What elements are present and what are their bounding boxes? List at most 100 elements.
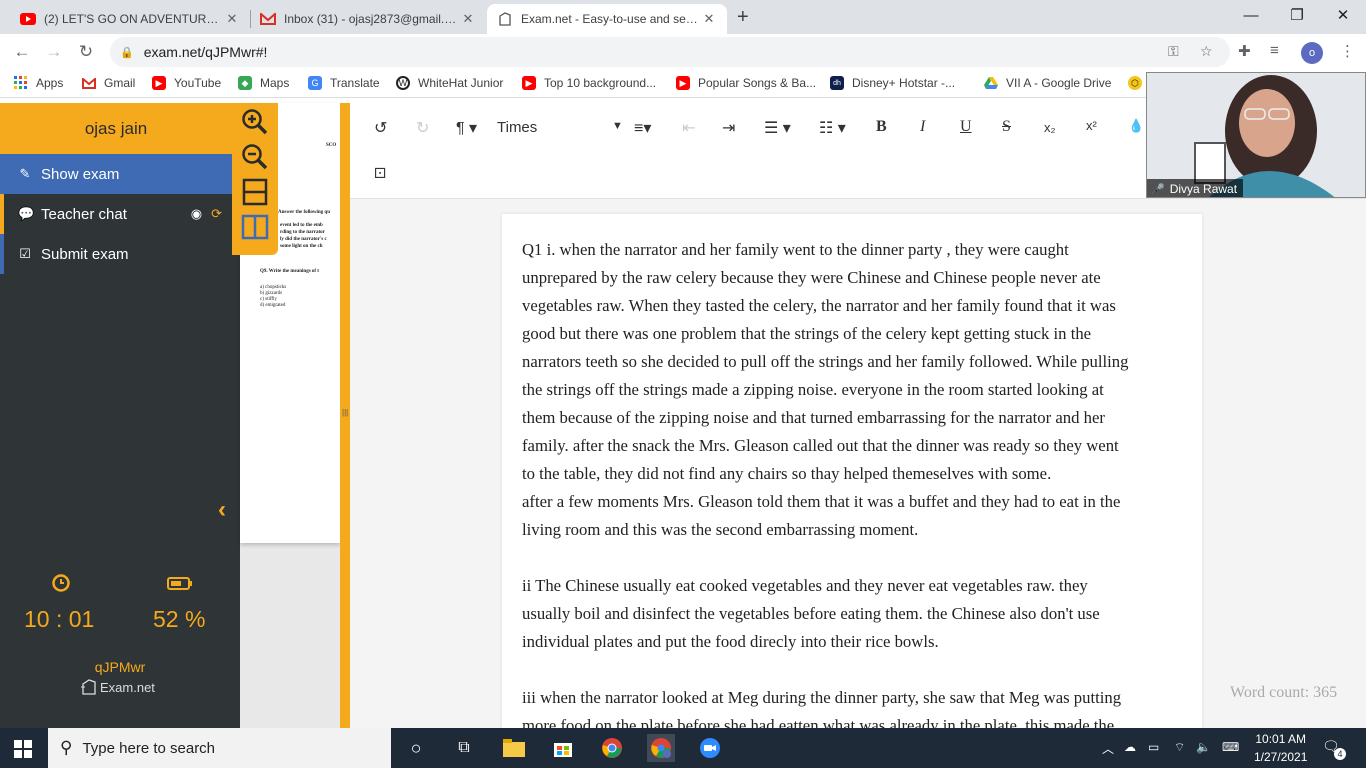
- close-tab-icon[interactable]: ✕: [224, 11, 240, 27]
- italic-button[interactable]: I: [920, 118, 925, 136]
- search-placeholder: Type here to search: [82, 739, 216, 757]
- bookmark-apps[interactable]: Apps: [14, 76, 63, 90]
- preview-line: ly did the narrator's c: [280, 237, 327, 242]
- gmail-icon: [260, 11, 276, 27]
- bookmark-translate[interactable]: G Translate: [308, 76, 380, 90]
- outdent-icon[interactable]: ⇤: [682, 118, 695, 138]
- grip-icon: |||: [342, 408, 349, 417]
- special-characters-icon[interactable]: ⚀: [374, 165, 386, 182]
- bookmark-label: Popular Songs & Ba...: [698, 76, 817, 90]
- submit-exam-button[interactable]: ☑ Submit exam: [0, 234, 232, 274]
- forward-icon[interactable]: →: [42, 40, 66, 64]
- bookmark-drive[interactable]: VII A - Google Drive: [984, 76, 1111, 90]
- bookmark-label: YouTube: [174, 76, 222, 90]
- tab-youtube[interactable]: (2) LET'S GO ON ADVENTURE | M ✕: [10, 4, 250, 34]
- font-family-select[interactable]: Times: [497, 119, 537, 136]
- extensions-icon[interactable]: ✚: [1238, 42, 1251, 60]
- paragraph-icon[interactable]: ¶ ▾: [456, 118, 477, 138]
- keyboard-icon[interactable]: ⌨: [1222, 740, 1239, 754]
- bookmark-label: VII A - Google Drive: [1006, 76, 1112, 90]
- volume-icon[interactable]: 🔈: [1196, 740, 1211, 754]
- status-dot-icon: ◉: [190, 206, 203, 221]
- examnet-icon: [81, 679, 96, 695]
- show-exam-button[interactable]: ✎ Show exam: [0, 154, 232, 194]
- superscript-button[interactable]: x²: [1086, 118, 1097, 133]
- bookmark-popular-songs[interactable]: ▶ Popular Songs & Ba...: [676, 76, 816, 90]
- preview-line: SCO: [326, 143, 337, 148]
- windows-start-icon[interactable]: [14, 740, 32, 758]
- tab-title: Inbox (31) - ojasj2873@gmail.cor: [284, 12, 460, 26]
- checkbox-icon: ☑: [19, 246, 31, 261]
- bold-button[interactable]: B: [876, 118, 887, 136]
- text-color-icon[interactable]: 💧: [1128, 118, 1144, 134]
- youtube-icon: ▶: [522, 76, 536, 90]
- tray-chevron-icon[interactable]: ︿: [1102, 740, 1114, 757]
- cortana-icon[interactable]: ○: [402, 734, 430, 762]
- restore-button[interactable]: ❐: [1274, 0, 1320, 30]
- panel-resize-handle[interactable]: |||: [340, 103, 350, 728]
- maps-icon: ◆: [238, 76, 252, 90]
- url-text: exam.net/qJPMwr#!: [143, 44, 268, 60]
- bookmark-whitehat[interactable]: W WhiteHat Junior: [396, 76, 503, 90]
- undo-icon[interactable]: ↺: [374, 118, 387, 138]
- wifi-icon[interactable]: ⌔: [1174, 740, 1185, 755]
- bookmark-label: Maps: [260, 76, 290, 90]
- preview-line: event led to the emb: [280, 223, 323, 228]
- webcam-overlay[interactable]: 🎤 Divya Rawat: [1146, 72, 1366, 198]
- system-clock[interactable]: 10:01 AM 1/27/2021: [1254, 730, 1307, 766]
- zoom-app-icon[interactable]: [696, 734, 724, 762]
- preview-line: Q9. Write the meanings of t: [260, 269, 319, 274]
- refresh-icon[interactable]: ⟳: [211, 206, 222, 222]
- key-icon[interactable]: ⚿: [1168, 43, 1179, 60]
- word-count: Word count: 365: [1230, 684, 1338, 701]
- split-vertical-icon[interactable]: [241, 213, 269, 241]
- profile-avatar[interactable]: o: [1301, 42, 1323, 64]
- collapse-arrow-icon[interactable]: ‹: [218, 496, 226, 524]
- underline-button[interactable]: U: [960, 118, 972, 136]
- close-window-button[interactable]: ✕: [1320, 0, 1366, 30]
- battery-tray-icon[interactable]: ▭: [1148, 740, 1159, 754]
- bullet-list-icon[interactable]: ☷ ▾: [819, 118, 846, 138]
- tab-examnet[interactable]: Exam.net - Easy-to-use and secur ✕: [487, 4, 727, 34]
- bookmark-maps[interactable]: ◆ Maps: [238, 76, 289, 90]
- close-tab-icon[interactable]: ✕: [701, 11, 717, 27]
- file-explorer-icon[interactable]: [500, 734, 528, 762]
- zoom-out-icon[interactable]: [241, 143, 269, 171]
- reload-icon[interactable]: ↻: [74, 40, 98, 64]
- youtube-icon: ▶: [676, 76, 690, 90]
- tab-gmail[interactable]: Inbox (31) - ojasj2873@gmail.cor ✕: [250, 4, 486, 34]
- strikethrough-button[interactable]: S: [1002, 118, 1011, 136]
- indent-icon[interactable]: ⇥: [722, 118, 735, 138]
- bookmark-gmail[interactable]: Gmail: [82, 76, 135, 90]
- new-tab-button[interactable]: +: [737, 6, 749, 29]
- back-icon[interactable]: ←: [10, 40, 34, 64]
- answer-page[interactable]: Q1 i. when the narrator and her family w…: [502, 214, 1202, 735]
- search-icon: ⚲: [60, 738, 73, 757]
- store-icon[interactable]: [549, 734, 577, 762]
- onedrive-icon[interactable]: ☁: [1124, 740, 1136, 754]
- chrome-icon[interactable]: [598, 734, 626, 762]
- bookmark-top10[interactable]: ▶ Top 10 background...: [522, 76, 656, 90]
- bookmark-hotstar[interactable]: dh Disney+ Hotstar -...: [830, 76, 955, 90]
- whitehat-icon: W: [396, 76, 410, 90]
- split-horizontal-icon[interactable]: [241, 178, 269, 206]
- close-tab-icon[interactable]: ✕: [460, 11, 476, 27]
- teacher-chat-button[interactable]: 💬 Teacher chat ◉ ⟳: [0, 194, 232, 234]
- task-view-icon[interactable]: ⧉: [450, 734, 478, 762]
- address-bar[interactable]: 🔒 exam.net/qJPMwr#! ⚿ ☆: [110, 37, 1230, 67]
- align-icon[interactable]: ≡▾: [634, 118, 651, 138]
- numbered-list-icon[interactable]: ☰ ▾: [764, 118, 791, 138]
- taskbar-search[interactable]: ⚲ Type here to search: [48, 728, 391, 768]
- bookmark-star-icon[interactable]: ☆: [1200, 43, 1213, 60]
- media-icon[interactable]: ≡: [1270, 42, 1279, 59]
- redo-icon[interactable]: ↻: [416, 118, 429, 138]
- answer-text[interactable]: Q1 i. when the narrator and her family w…: [522, 236, 1197, 740]
- zoom-in-icon[interactable]: [241, 108, 269, 136]
- bookmark-youtube[interactable]: ▶ YouTube: [152, 76, 221, 90]
- menu-icon[interactable]: ⋮: [1340, 42, 1355, 60]
- drive-icon: [984, 76, 998, 90]
- minimize-button[interactable]: —: [1228, 0, 1274, 30]
- subscript-button[interactable]: x₂: [1044, 120, 1056, 135]
- font-dropdown-icon[interactable]: ▼: [612, 120, 623, 132]
- chrome-profile-icon[interactable]: [647, 734, 675, 762]
